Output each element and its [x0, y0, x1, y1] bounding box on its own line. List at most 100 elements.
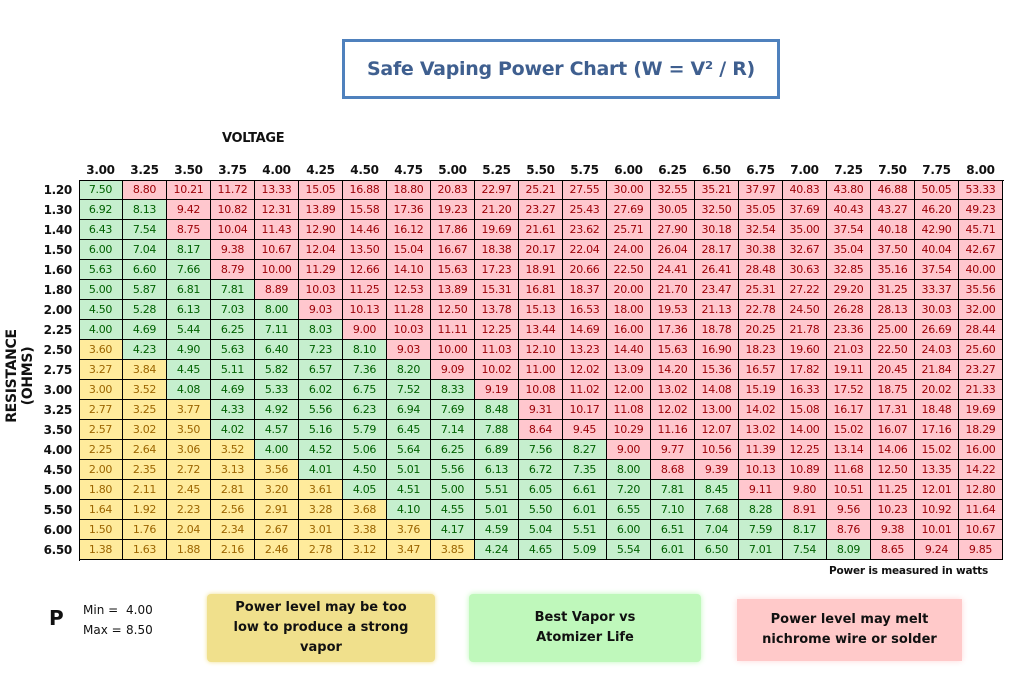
power-cell-high: 10.82: [211, 200, 255, 220]
power-cell-high: 16.57: [739, 360, 783, 380]
voltage-header: 3.50: [174, 163, 203, 177]
power-cell-best: 4.05: [343, 480, 387, 500]
resistance-header: 6.00: [43, 523, 73, 537]
power-cell-high: 12.66: [343, 260, 387, 280]
power-cell-best: 5.54: [607, 540, 651, 560]
power-cell-best: 4.90: [167, 340, 211, 360]
power-cell-best: 8.27: [563, 440, 607, 460]
power-cell-high: 10.17: [563, 400, 607, 420]
power-cell-best: 8.09: [827, 540, 871, 560]
power-cell-high: 10.01: [915, 520, 959, 540]
power-cell-high: 15.08: [783, 400, 827, 420]
power-cell-high: 12.02: [651, 400, 695, 420]
max-row: Max = 8.50: [83, 623, 153, 637]
power-cell-high: 13.89: [299, 200, 343, 220]
power-cell-high: 35.21: [695, 180, 739, 200]
power-cell-high: 42.90: [915, 220, 959, 240]
power-cell-high: 16.07: [871, 420, 915, 440]
power-cell-high: 25.31: [739, 280, 783, 300]
power-cell-high: 21.84: [915, 360, 959, 380]
power-cell-low: 3.27: [79, 360, 123, 380]
power-cell-high: 8.79: [211, 260, 255, 280]
power-cell-high: 27.22: [783, 280, 827, 300]
power-cell-best: 8.17: [167, 240, 211, 260]
power-cell-high: 16.88: [343, 180, 387, 200]
resistance-header: 3.25: [43, 403, 73, 417]
power-cell-high: 46.20: [915, 200, 959, 220]
power-cell-high: 17.82: [783, 360, 827, 380]
legend-low-power: Power level may be too low to produce a …: [207, 594, 435, 662]
power-cell-best: 4.02: [211, 420, 255, 440]
power-cell-high: 12.90: [299, 220, 343, 240]
power-cell-best: 5.79: [343, 420, 387, 440]
power-cell-high: 30.63: [783, 260, 827, 280]
power-cell-low: 2.81: [211, 480, 255, 500]
power-cell-high: 10.29: [607, 420, 651, 440]
power-cell-low: 1.64: [79, 500, 123, 520]
power-cell-best: 7.50: [79, 180, 123, 200]
resistance-header: 4.00: [43, 443, 73, 457]
power-cell-high: 14.06: [871, 440, 915, 460]
legend-low-text: Power level may be too low to produce a …: [233, 600, 409, 655]
power-cell-best: 6.50: [695, 540, 739, 560]
power-cell-best: 8.00: [255, 300, 299, 320]
power-cell-low: 3.25: [123, 400, 167, 420]
power-cell-best: 6.13: [167, 300, 211, 320]
resistance-header: 1.40: [43, 223, 73, 237]
power-cell-high: 27.55: [563, 180, 607, 200]
max-value: 8.50: [126, 623, 153, 637]
power-cell-high: 29.20: [827, 280, 871, 300]
resistance-header: 1.20: [43, 183, 73, 197]
power-cell-low: 3.61: [299, 480, 343, 500]
resistance-header: 1.50: [43, 243, 73, 257]
power-cell-best: 4.52: [299, 440, 343, 460]
power-cell-high: 10.00: [255, 260, 299, 280]
power-cell-best: 7.04: [695, 520, 739, 540]
power-cell-low: 3.68: [343, 500, 387, 520]
power-cell-high: 18.23: [739, 340, 783, 360]
power-cell-high: 9.00: [343, 320, 387, 340]
power-cell-best: 4.45: [167, 360, 211, 380]
power-cell-high: 11.39: [739, 440, 783, 460]
voltage-header: 4.75: [394, 163, 423, 177]
power-cell-high: 17.36: [387, 200, 431, 220]
power-cell-high: 19.69: [475, 220, 519, 240]
power-cell-high: 35.56: [959, 280, 1003, 300]
power-cell-high: 33.37: [915, 280, 959, 300]
min-row: Min = 4.00: [83, 603, 153, 617]
power-cell-high: 12.02: [563, 360, 607, 380]
power-cell-high: 9.80: [783, 480, 827, 500]
power-cell-low: 2.78: [299, 540, 343, 560]
voltage-header: 5.00: [438, 163, 467, 177]
power-cell-best: 7.54: [783, 540, 827, 560]
power-cell-best: 7.81: [211, 280, 255, 300]
power-cell-high: 49.23: [959, 200, 1003, 220]
power-cell-best: 4.23: [123, 340, 167, 360]
power-cell-high: 13.78: [475, 300, 519, 320]
power-cell-low: 2.45: [167, 480, 211, 500]
voltage-header: 4.00: [262, 163, 291, 177]
power-cell-best: 5.16: [299, 420, 343, 440]
resistance-header: 4.50: [43, 463, 73, 477]
power-cell-high: 21.20: [475, 200, 519, 220]
power-cell-best: 4.50: [79, 300, 123, 320]
power-cell-high: 13.23: [563, 340, 607, 360]
power-cell-best: 4.00: [255, 440, 299, 460]
power-cell-low: 2.00: [79, 460, 123, 480]
power-cell-best: 6.13: [475, 460, 519, 480]
legend-best-text: Best Vapor vs Atomizer Life: [534, 610, 636, 645]
power-cell-best: 4.17: [431, 520, 475, 540]
power-cell-best: 7.11: [255, 320, 299, 340]
power-cell-high: 15.02: [915, 440, 959, 460]
power-cell-high: 9.03: [299, 300, 343, 320]
power-cell-low: 3.28: [299, 500, 343, 520]
power-cell-low: 2.35: [123, 460, 167, 480]
power-cell-high: 18.80: [387, 180, 431, 200]
power-cell-best: 5.63: [211, 340, 255, 360]
power-cell-best: 5.87: [123, 280, 167, 300]
power-cell-high: 37.54: [827, 220, 871, 240]
power-cell-high: 32.00: [959, 300, 1003, 320]
power-cell-high: 16.00: [607, 320, 651, 340]
power-cell-high: 32.67: [783, 240, 827, 260]
power-cell-high: 20.00: [607, 280, 651, 300]
